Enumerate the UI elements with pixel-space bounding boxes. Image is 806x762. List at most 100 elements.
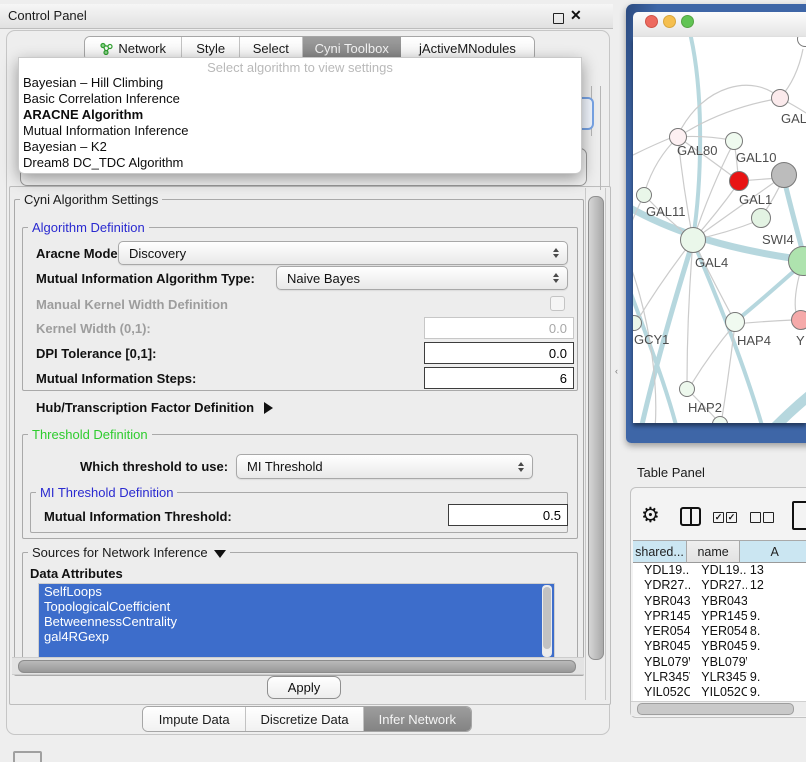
tab-label: Cyni Toolbox (315, 41, 389, 56)
column-header-name[interactable]: name (687, 540, 740, 563)
gear-icon[interactable]: ⚙ (641, 503, 660, 528)
network-node-hap4[interactable] (725, 312, 745, 332)
mi-threshold-group-title: MI Threshold Definition (36, 485, 177, 500)
dpi-tolerance-field[interactable]: 0.0 (424, 342, 574, 364)
zoom-traffic-light-icon[interactable] (681, 15, 694, 28)
bottom-tab-label: Discretize Data (260, 712, 348, 727)
select-all-checkbox-icon[interactable]: ✓ (713, 512, 724, 523)
mi-steps-label: Mutual Information Steps: (36, 371, 196, 386)
table-cell: YDL19... (633, 563, 690, 578)
mi-type-label: Mutual Information Algorithm Type: (36, 271, 255, 286)
dropdown-item[interactable]: Bayesian – K2 (22, 139, 578, 155)
network-node-gal11[interactable] (636, 187, 652, 203)
bottom-tab-infer-network[interactable]: Infer Network (364, 707, 471, 731)
mi-threshold-field[interactable]: 0.5 (448, 504, 568, 526)
network-node-gal1[interactable] (729, 171, 749, 191)
table-cell: YPR145W (690, 609, 747, 624)
table-row[interactable]: YDL19...YDL19...13 (633, 563, 806, 578)
close-icon[interactable]: ✕ (570, 7, 582, 24)
dropdown-item[interactable]: Dream8 DC_TDC Algorithm (22, 155, 578, 171)
table-cell: YLR345W (690, 670, 747, 685)
minimize-traffic-light-icon[interactable] (663, 15, 676, 28)
deselect-all-checkbox-icon[interactable] (750, 512, 761, 523)
settings-hscrollbar-thumb[interactable] (18, 660, 576, 673)
hub-definition-toggle[interactable]: Hub/Transcription Factor Definition (36, 399, 273, 417)
table-row[interactable]: YPR145WYPR145W9. (633, 609, 806, 624)
network-node-gal4[interactable] (680, 227, 706, 253)
table-cell: 9. (747, 639, 806, 654)
settings-vscrollbar-thumb[interactable] (588, 196, 604, 660)
apply-button[interactable]: Apply (267, 676, 341, 699)
attribute-item[interactable]: gal4RGexp (39, 629, 554, 644)
network-node-hap2[interactable] (679, 381, 695, 397)
table-row[interactable]: YDR27...YDR27...12 (633, 578, 806, 593)
float-panel-stub-button[interactable] (13, 751, 42, 762)
table-cell: YDR27... (690, 578, 747, 593)
network-window-titlebar[interactable] (633, 12, 806, 38)
attribute-item[interactable]: BetweennessCentrality (39, 614, 554, 629)
aracne-mode-select[interactable]: Discovery (118, 241, 568, 265)
network-node-label: GCY1 (634, 332, 669, 347)
deselect-all-checkbox-icon[interactable] (763, 512, 774, 523)
table-cell: YBL079W (690, 655, 747, 670)
screen: Control Panel ✕ NetworkStyleSelectCyni T… (0, 0, 806, 762)
which-threshold-label: Which threshold to use: (80, 459, 228, 474)
select-all-checkbox-icon[interactable]: ✓ (726, 512, 737, 523)
network-node-gal10[interactable] (725, 132, 743, 150)
table-cell: 9. (747, 609, 806, 624)
dropdown-item[interactable]: ARACNE Algorithm (22, 107, 578, 123)
tab-label: Style (196, 41, 225, 56)
dropdown-item[interactable]: Mutual Information Inference (22, 123, 578, 139)
column-header-shared-[interactable]: shared... (633, 540, 687, 563)
table-cell: 13 (747, 563, 806, 578)
kernel-width-field[interactable]: 0.0 (424, 317, 574, 339)
dropdown-items: Bayesian – Hill ClimbingBasic Correlatio… (22, 75, 578, 171)
settings-vscrollbar[interactable] (585, 188, 606, 700)
dropdown-item[interactable]: Bayesian – Hill Climbing (22, 75, 578, 91)
dropdown-prompt: Select algorithm to view settings (19, 60, 581, 75)
column-header-a[interactable]: A (740, 540, 806, 563)
network-node-gal[interactable] (771, 89, 789, 107)
attributes-scrollbar[interactable] (542, 585, 552, 657)
mi-steps-field[interactable]: 6 (424, 367, 574, 389)
stepper-arrows-icon (518, 462, 524, 472)
network-node-y[interactable] (791, 310, 806, 330)
network-node-label: Y (796, 333, 805, 348)
splitter-mark[interactable]: ‹ (615, 366, 618, 376)
network-node-label: GAL4 (695, 255, 728, 270)
clipboard-icon[interactable] (792, 501, 806, 530)
table-row[interactable]: YBR045CYBR045C9. (633, 639, 806, 654)
attribute-item[interactable]: TopologicalCoefficient (39, 599, 554, 614)
settings-hscrollbar[interactable] (12, 657, 584, 675)
sources-group-title[interactable]: Sources for Network Inference (28, 545, 230, 560)
bottom-tab-discretize-data[interactable]: Discretize Data (246, 707, 363, 731)
expand-arrow-icon (264, 402, 273, 414)
table-hscrollbar-thumb[interactable] (637, 703, 794, 715)
close-traffic-light-icon[interactable] (645, 15, 658, 28)
network-canvas[interactable]: GALGAL80GAL10GAL1GAL11SWI4GAL4GCY1HAP4YH… (633, 37, 806, 423)
restore-icon[interactable] (553, 13, 564, 24)
attribute-item[interactable]: SelfLoops (39, 584, 554, 599)
network-node[interactable] (771, 162, 797, 188)
bottom-tab-impute-data[interactable]: Impute Data (143, 707, 246, 731)
dropdown-item[interactable]: Basic Correlation Inference (22, 91, 578, 107)
mi-type-select[interactable]: Naive Bayes (276, 266, 568, 290)
table-row[interactable]: YIL052CYIL052C9. (633, 685, 806, 700)
table-cell: YIL052C (690, 685, 747, 700)
table-row[interactable]: YER054CYER054C8. (633, 624, 806, 639)
table-panel-title: Table Panel (637, 465, 705, 480)
which-threshold-select[interactable]: MI Threshold (236, 454, 533, 479)
attributes-scrollbar-thumb[interactable] (543, 587, 551, 649)
network-node-label: GAL1 (739, 192, 772, 207)
bottom-tab-label: Impute Data (159, 712, 230, 727)
tab-label: Select (253, 41, 289, 56)
data-attributes-list[interactable]: SelfLoopsTopologicalCoefficientBetweenne… (38, 583, 555, 661)
table-cell: YDR27... (633, 578, 690, 593)
bottom-tabbar: Impute Data Discretize Data Infer Network (142, 706, 472, 732)
table-row[interactable]: YBR043CYBR043C (633, 594, 806, 609)
network-node-swi4[interactable] (751, 208, 771, 228)
table-row[interactable]: YLR345WYLR345W9. (633, 670, 806, 685)
columns-icon[interactable] (680, 507, 701, 526)
table-row[interactable]: YBL079WYBL079W (633, 655, 806, 670)
manual-kernel-checkbox[interactable] (550, 296, 565, 311)
